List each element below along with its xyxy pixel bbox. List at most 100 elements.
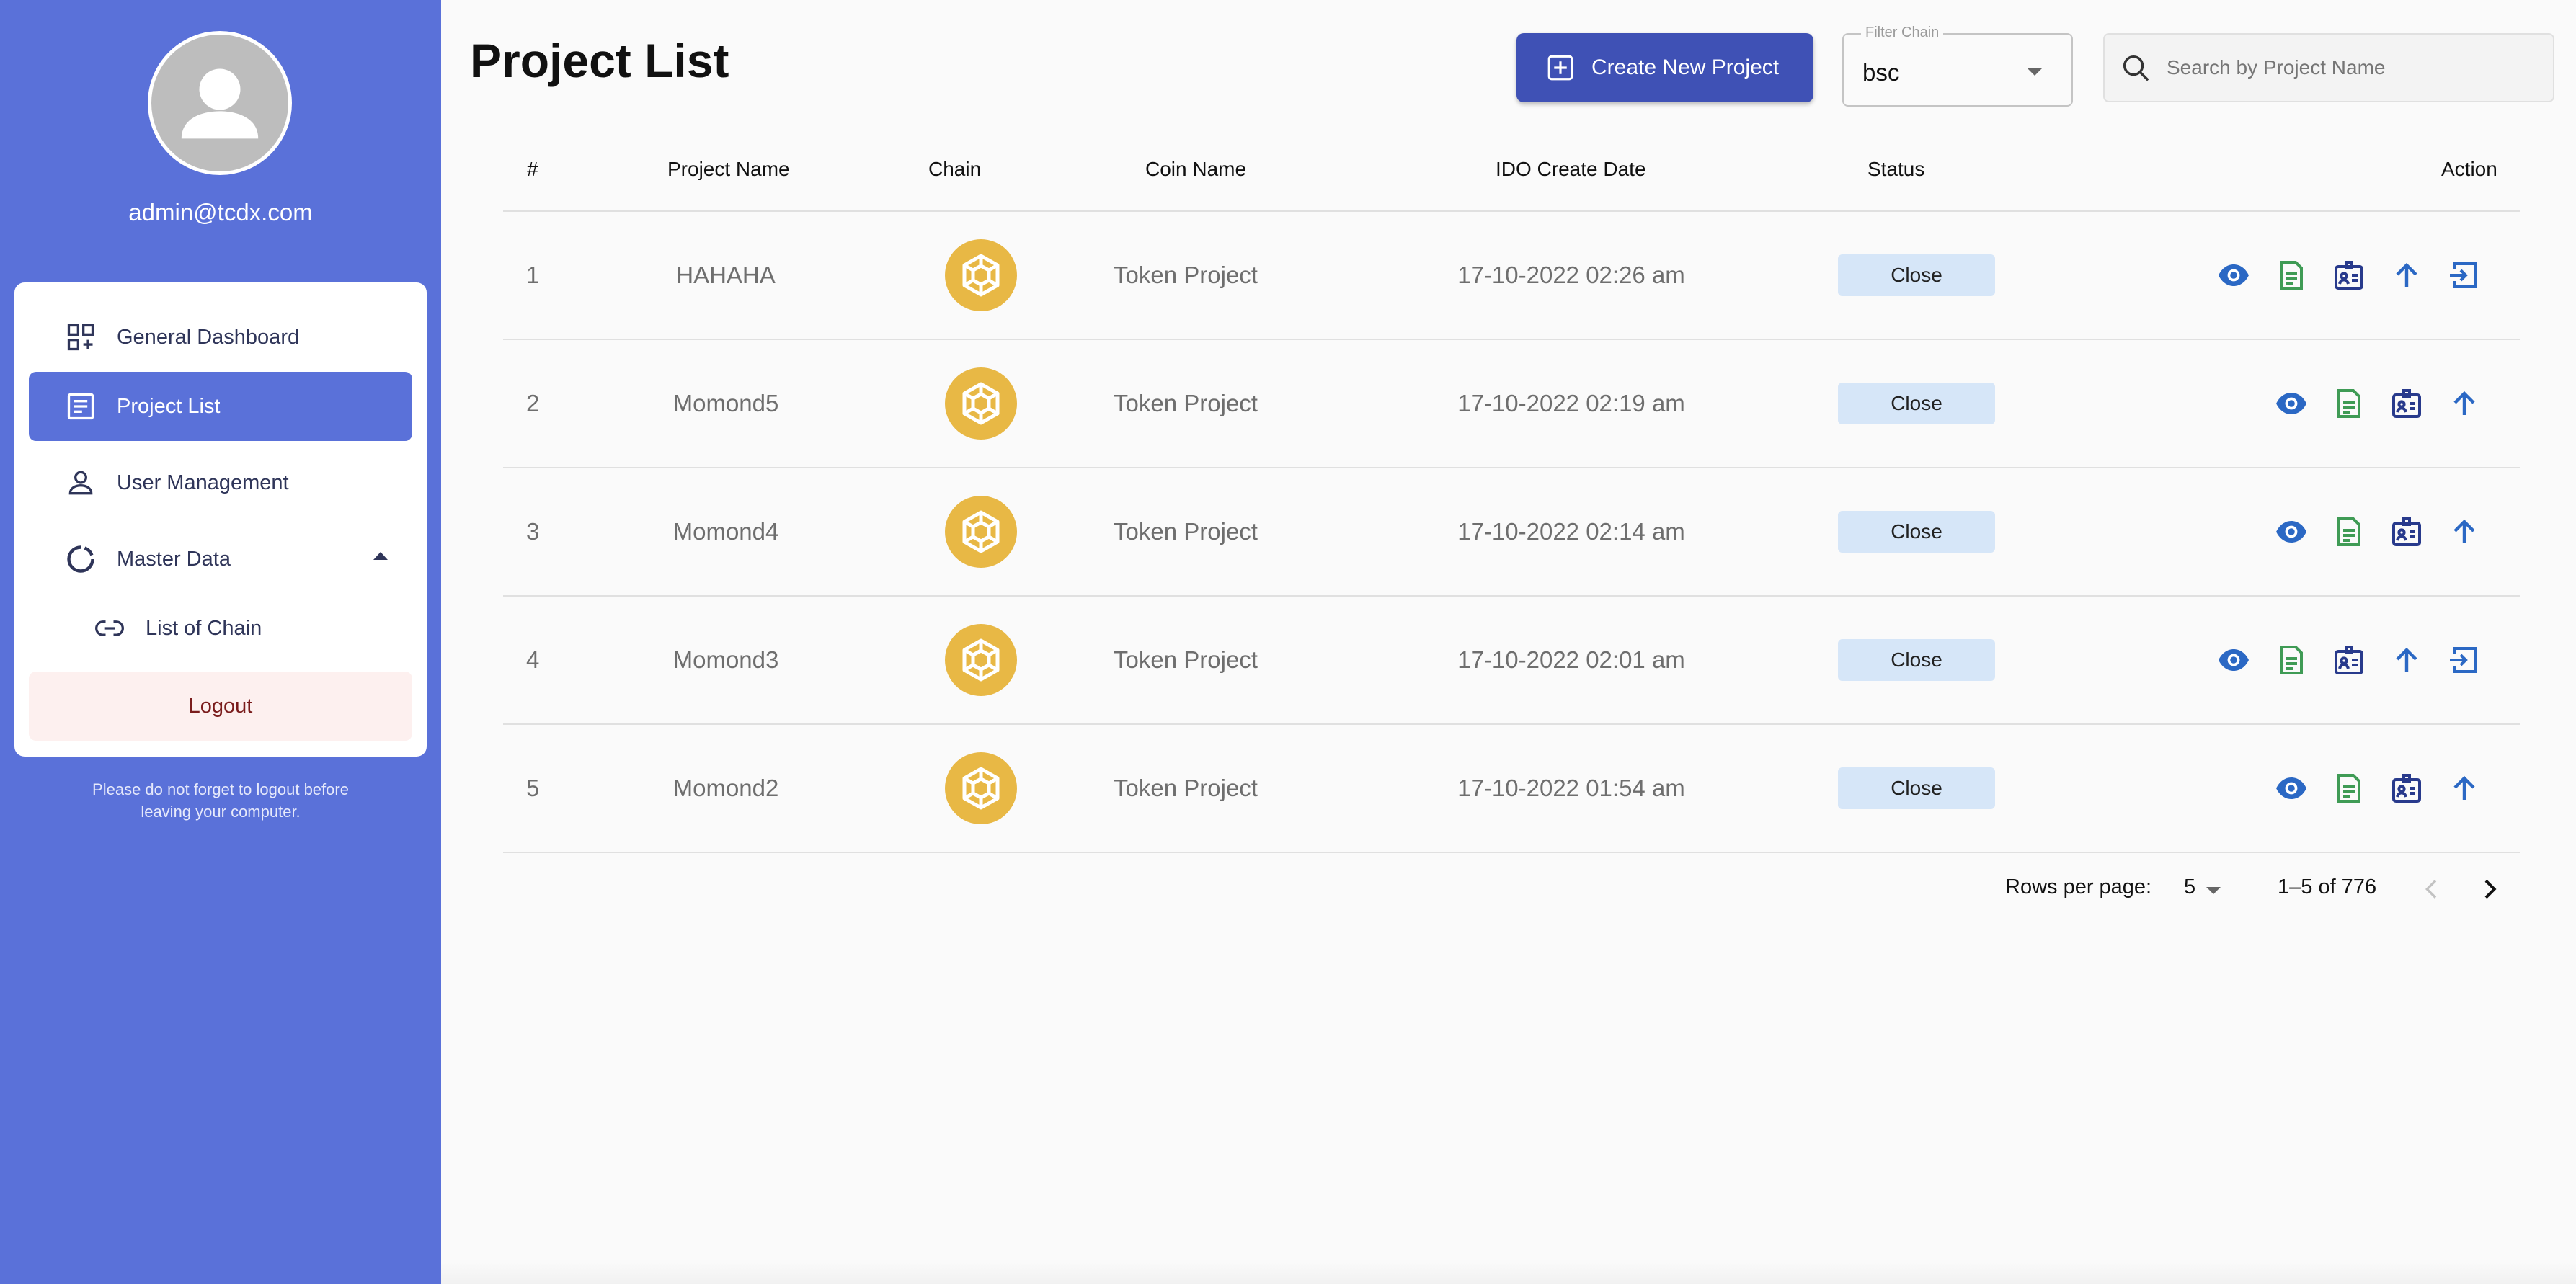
ido-create-date: 17-10-2022 02:01 am [1457, 646, 1685, 673]
row-number: 3 [526, 518, 540, 545]
status-cell: Close [1819, 468, 2014, 595]
pagination-range: 1–5 of 776 [2278, 875, 2377, 899]
dropdown-arrow-icon [2027, 68, 2043, 76]
login-icon[interactable] [2446, 641, 2483, 679]
row-number: 4 [526, 646, 540, 673]
view-eye-icon[interactable] [2215, 641, 2252, 679]
project-name: Momond3 [672, 646, 779, 673]
col-header-chain: Chain [928, 158, 982, 180]
arrow-up-icon[interactable] [2446, 385, 2483, 422]
table-row[interactable]: 3 Momond4 Token Project 17-10-2022 02:14 am… [503, 468, 2520, 597]
dropdown-arrow-icon[interactable] [2206, 887, 2221, 894]
search-box [2103, 33, 2554, 102]
filter-chain-select[interactable]: Filter Chain bsc [1842, 24, 2073, 107]
prev-page-button[interactable] [2415, 872, 2449, 906]
filter-chain-value: bsc [1862, 59, 1900, 86]
page-bottom-edge [441, 1262, 2576, 1284]
table-row[interactable]: 2 Momond5 Token Project 17-10-2022 02:19 am… [503, 340, 2520, 468]
bnb-chain-icon [945, 496, 1017, 568]
add-box-icon [1547, 55, 1573, 81]
arrow-up-icon[interactable] [2446, 513, 2483, 550]
sidebar-item-master-data[interactable]: Master Data [29, 525, 412, 594]
dashboard-icon [65, 321, 97, 353]
status-badge: Close [1838, 767, 1995, 809]
status-badge: Close [1838, 383, 1995, 424]
link-icon [94, 612, 125, 644]
rows-per-page-select[interactable]: 5 [2184, 875, 2195, 899]
sidebar-item-list-of-chain[interactable]: List of Chain [29, 594, 412, 663]
project-name: HAHAHA [676, 262, 776, 288]
status-cell: Close [1819, 340, 2014, 467]
chain-cell [884, 468, 1078, 595]
filter-chain-label: Filter Chain [1861, 24, 1944, 41]
sidebar-item-user-management[interactable]: User Management [29, 448, 412, 517]
chain-cell [884, 212, 1078, 339]
sidebar-menu: General Dashboard Project List User Mana… [14, 282, 427, 757]
table-row[interactable]: 4 Momond3 Token Project 17-10-2022 02:01 am… [503, 597, 2520, 725]
search-input[interactable] [2167, 56, 2527, 79]
chain-cell [884, 340, 1078, 467]
sidebar-item-label: List of Chain [146, 616, 262, 640]
document-icon[interactable] [2273, 257, 2310, 294]
document-icon[interactable] [2273, 641, 2310, 679]
bnb-chain-icon [945, 624, 1017, 696]
document-icon[interactable] [2330, 385, 2368, 422]
col-header-number: # [527, 158, 538, 180]
bnb-chain-icon [945, 367, 1017, 440]
status-badge: Close [1838, 511, 1995, 553]
view-eye-icon[interactable] [2273, 385, 2310, 422]
project-name: Momond5 [672, 390, 779, 416]
donut-icon [65, 543, 97, 575]
rows-per-page-label: Rows per page: [2005, 875, 2152, 899]
sidebar: admin@tcdx.com General Dashboard Project… [0, 0, 441, 1284]
create-new-project-label: Create New Project [1591, 55, 1780, 79]
arrow-up-icon[interactable] [2446, 770, 2483, 807]
person-icon [65, 467, 97, 499]
row-number: 5 [526, 775, 540, 801]
ido-create-date: 17-10-2022 01:54 am [1457, 775, 1685, 801]
arrow-up-icon[interactable] [2388, 641, 2425, 679]
ido-create-date: 17-10-2022 02:14 am [1457, 518, 1685, 545]
status-cell: Close [1819, 725, 2014, 852]
id-card-icon[interactable] [2388, 770, 2425, 807]
col-header-project-name: Project Name [667, 158, 790, 180]
view-eye-icon[interactable] [2273, 513, 2310, 550]
id-card-icon[interactable] [2388, 513, 2425, 550]
logout-button[interactable]: Logout [29, 672, 412, 741]
create-new-project-button[interactable]: Create New Project [1516, 33, 1813, 102]
page-title: Project List [470, 34, 729, 87]
table-row[interactable]: 5 Momond2 Token Project 17-10-2022 01:54 am… [503, 725, 2520, 853]
arrow-up-icon[interactable] [2388, 257, 2425, 294]
chevron-up-icon[interactable] [373, 552, 388, 560]
coin-name: Token Project [1114, 518, 1258, 545]
row-number: 2 [526, 390, 540, 416]
bnb-chain-icon [945, 239, 1017, 311]
id-card-icon[interactable] [2388, 385, 2425, 422]
avatar[interactable] [148, 31, 292, 175]
chain-cell [884, 725, 1078, 852]
chevron-right-icon [2484, 879, 2497, 899]
view-eye-icon[interactable] [2215, 257, 2252, 294]
sidebar-item-label: User Management [117, 471, 289, 494]
next-page-button[interactable] [2472, 872, 2507, 906]
col-header-action: Action [2441, 158, 2497, 180]
document-icon[interactable] [2330, 513, 2368, 550]
id-card-icon[interactable] [2330, 641, 2368, 679]
col-header-coin-name: Coin Name [1145, 158, 1247, 180]
login-icon[interactable] [2446, 257, 2483, 294]
coin-name: Token Project [1114, 775, 1258, 801]
logout-note: Please do not forget to logout before le… [92, 780, 349, 821]
id-card-icon[interactable] [2330, 257, 2368, 294]
sidebar-item-project-list[interactable]: Project List [29, 372, 412, 441]
bnb-chain-icon [945, 752, 1017, 824]
view-eye-icon[interactable] [2273, 770, 2310, 807]
search-icon [2123, 55, 2149, 81]
coin-name: Token Project [1114, 262, 1258, 288]
sidebar-item-label: General Dashboard [117, 325, 300, 349]
status-badge: Close [1838, 254, 1995, 296]
sidebar-item-general-dashboard[interactable]: General Dashboard [29, 303, 412, 372]
sidebar-item-label: Master Data [117, 547, 231, 571]
table-row[interactable]: 1 HAHAHA Token Project 17-10-2022 02:26 am C… [503, 212, 2520, 340]
coin-name: Token Project [1114, 390, 1258, 416]
document-icon[interactable] [2330, 770, 2368, 807]
